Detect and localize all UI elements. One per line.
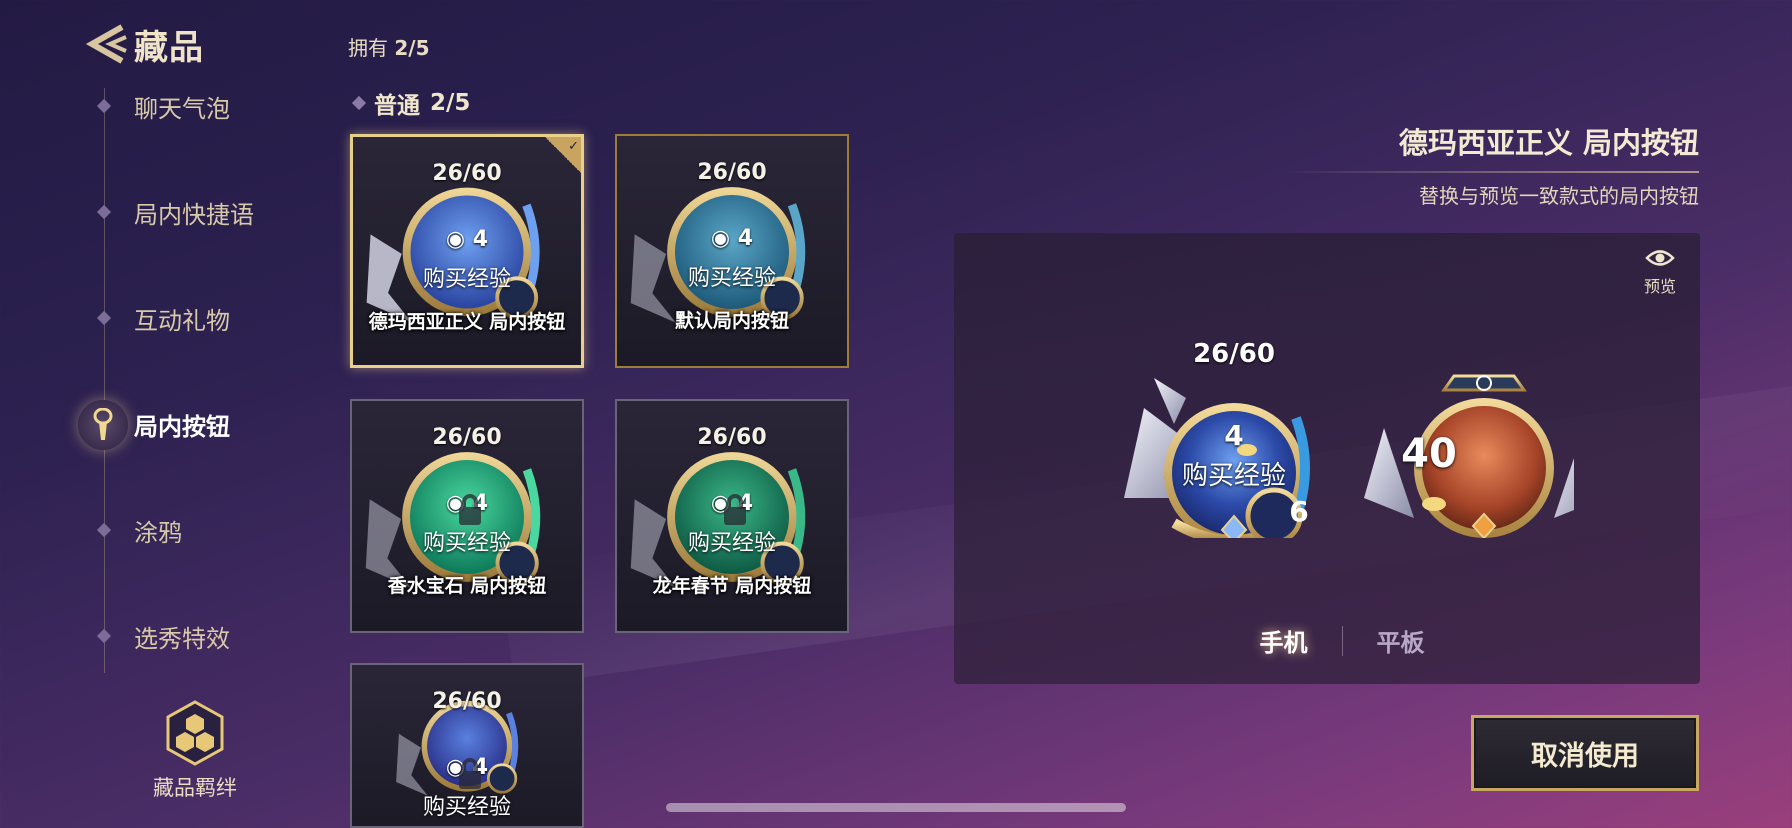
preview-gold: 40 xyxy=(1401,431,1457,477)
detail-title: 德玛西亚正义 局内按钮 xyxy=(1398,126,1699,160)
detail-divider xyxy=(1279,171,1699,173)
card-progress: 26/60 xyxy=(697,425,767,450)
back-button[interactable]: 藏品 xyxy=(82,22,204,68)
check-icon: ✓ xyxy=(568,139,579,154)
card-buy-label: 购买经验 xyxy=(687,531,776,556)
cancel-use-button[interactable]: 取消使用 xyxy=(1471,715,1699,791)
button-card[interactable]: 26/60 ◉ 4 购买经验 龙年春节 局内按钮 xyxy=(615,399,849,633)
section-count: 2/5 xyxy=(430,90,471,116)
hexagon-cluster-icon xyxy=(166,700,224,766)
sidebar-item-graffiti[interactable]: 涂鸦 xyxy=(134,510,182,550)
preview-label: 预览 xyxy=(1643,277,1676,296)
card-name: 香水宝石 局内按钮 xyxy=(387,575,547,597)
card-name: 德玛西亚正义 局内按钮 xyxy=(368,311,566,333)
section-name: 普通 xyxy=(374,93,420,119)
card-cost: ◉ 4 xyxy=(710,226,754,251)
sidebar-item-ingame-button[interactable]: 局内按钮 xyxy=(134,404,230,444)
card-progress: 26/60 xyxy=(697,160,767,185)
eye-icon xyxy=(1645,250,1675,266)
card-name: 龙年春节 局内按钮 xyxy=(652,575,812,597)
preview-buy-label: 购买经验 xyxy=(1181,461,1286,491)
button-card[interactable]: ✓ 26/60 ◉ 4 购买经验 德玛西亚正义 局内按钮 xyxy=(350,134,584,368)
nav-dot xyxy=(96,522,112,538)
sidebar-line xyxy=(104,88,105,673)
sidebar-item-quick-chat[interactable]: 局内快捷语 xyxy=(134,192,254,232)
section-title: 普通 2/5 xyxy=(351,86,471,120)
card-progress: 26/60 xyxy=(432,689,502,714)
card-cost-value: 4 xyxy=(737,226,754,251)
button-card[interactable]: 26/60 ◉ 4 购买经验 香水宝石 局内按钮 xyxy=(350,399,584,633)
detail-description: 替换与预览一致款式的局内按钮 xyxy=(1419,184,1699,208)
button-card[interactable]: 26/60 ◉ 4 购买经验 默认局内按钮 xyxy=(615,134,849,368)
device-phone-tab[interactable]: 手机 xyxy=(1260,623,1308,658)
card-buy-label: 购买经验 xyxy=(422,795,511,820)
nav-dot xyxy=(96,98,112,114)
device-toggle: 手机 平板 xyxy=(954,623,1700,658)
preview-button[interactable]: 预览 xyxy=(1638,247,1682,297)
card-cost-value: 4 xyxy=(472,227,489,252)
lock-icon xyxy=(459,494,481,525)
bond-label: 藏品羁绊 xyxy=(153,776,237,800)
card-buy-label: 购买经验 xyxy=(687,266,776,291)
sidebar-item-draft-effect[interactable]: 选秀特效 xyxy=(134,616,230,656)
page-title: 藏品 xyxy=(134,27,204,68)
toggle-divider xyxy=(1341,625,1343,656)
nav-dot xyxy=(96,310,112,326)
card-cost: ◉ 4 xyxy=(445,227,489,252)
lock-icon xyxy=(724,494,746,525)
owned-label: 拥有 xyxy=(348,36,388,60)
preview-cost: 4 xyxy=(1224,419,1244,452)
owned-count: 拥有 2/5 xyxy=(348,32,430,61)
owned-value: 2/5 xyxy=(394,36,430,60)
nav-dot xyxy=(96,628,112,644)
sidebar-item-gifts[interactable]: 互动礼物 xyxy=(134,298,230,338)
button-card[interactable]: 26/60 ◉ 4 购买经验 xyxy=(350,663,584,828)
nav-dot xyxy=(96,204,112,220)
diamond-bullet-icon xyxy=(351,95,367,111)
home-indicator xyxy=(666,803,1126,812)
sidebar-item-chat-bubble[interactable]: 聊天气泡 xyxy=(134,86,230,126)
lock-icon xyxy=(459,758,481,789)
lollipop-icon xyxy=(93,408,113,440)
active-nav-icon xyxy=(78,400,128,450)
device-tablet-tab[interactable]: 平板 xyxy=(1377,623,1425,658)
card-buy-label: 购买经验 xyxy=(422,267,511,292)
preview-progress: 26/60 xyxy=(1193,339,1275,369)
card-progress: 26/60 xyxy=(432,425,502,450)
preview-panel: 预览 26/60 4 购买经验 6 40 手机 平板 xyxy=(954,233,1700,684)
back-arrow-icon xyxy=(85,24,127,64)
card-buy-label: 购买经验 xyxy=(422,531,511,556)
card-name: 默认局内按钮 xyxy=(674,310,789,332)
card-progress: 26/60 xyxy=(432,161,502,186)
collection-bond-button[interactable]: 藏品羁绊 xyxy=(140,700,250,802)
preview-level: 6 xyxy=(1289,495,1309,528)
